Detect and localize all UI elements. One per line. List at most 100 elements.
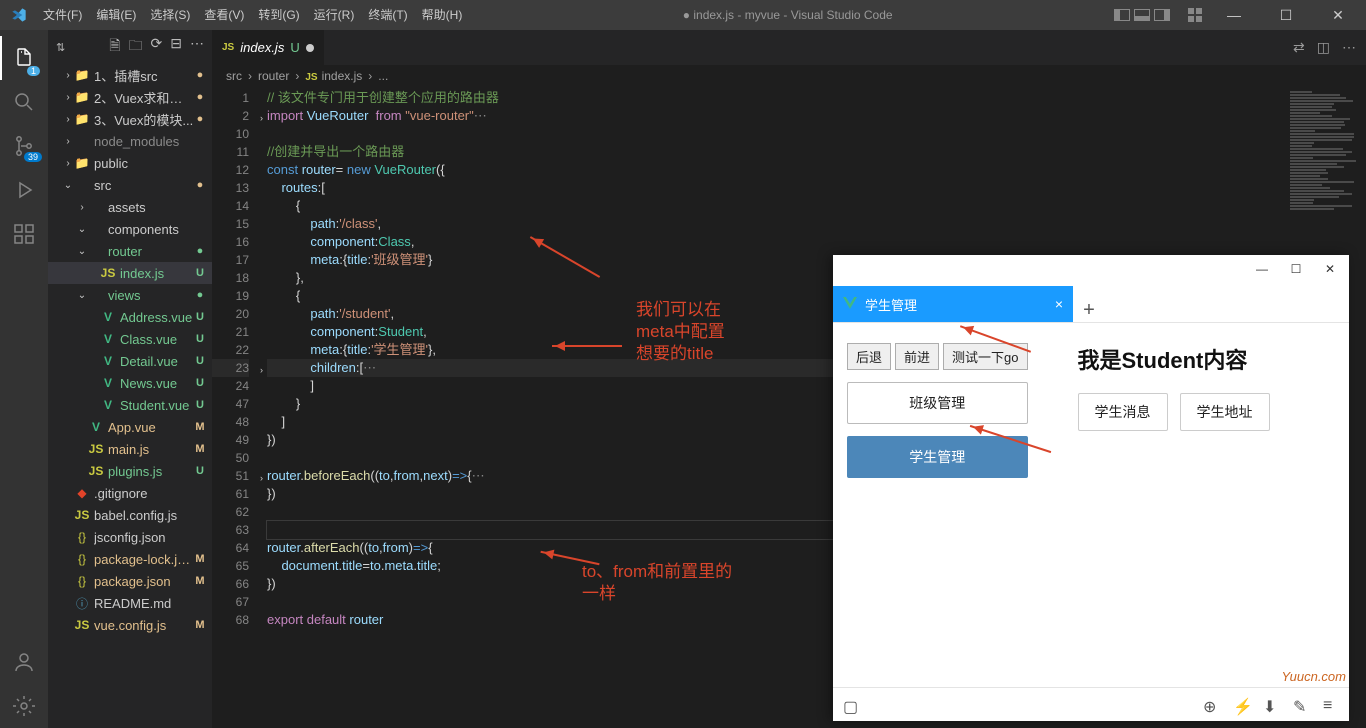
history-nav: 后退前进测试一下go	[847, 343, 1028, 370]
line-gutter: 12›1011121314151617181920212223›24474849…	[212, 87, 267, 728]
history-button[interactable]: 后退	[847, 343, 891, 370]
browser-tab-bar: 学生管理 × +	[833, 283, 1349, 323]
account-icon[interactable]	[0, 640, 48, 684]
tree-item[interactable]: ⌄components	[48, 218, 212, 240]
nav-class-button[interactable]: 班级管理	[847, 382, 1028, 424]
tab-more-icon[interactable]: ⋯	[1342, 39, 1356, 56]
layout-grid-icon[interactable]	[1188, 8, 1202, 22]
tree-item[interactable]: ›📁2、Vuex求和案例●	[48, 86, 212, 108]
menu-item[interactable]: 终端(T)	[361, 0, 414, 30]
tab-close-icon[interactable]: ×	[1055, 296, 1063, 312]
extensions-icon[interactable]	[0, 212, 48, 256]
footer-bolt-icon[interactable]: ⚡	[1233, 697, 1249, 713]
explorer-icon[interactable]: 1	[0, 36, 48, 80]
tree-item[interactable]: JSmain.jsM	[48, 438, 212, 460]
vscode-logo-icon	[10, 6, 28, 24]
menu-item[interactable]: 查看(V)	[197, 0, 251, 30]
menu-bar: 文件(F)编辑(E)选择(S)查看(V)转到(G)运行(R)终端(T)帮助(H)	[36, 0, 469, 30]
tree-item[interactable]: JSplugins.jsU	[48, 460, 212, 482]
tree-item[interactable]: ›📁3、Vuex的模块...●	[48, 108, 212, 130]
tree-item[interactable]: VStudent.vueU	[48, 394, 212, 416]
tab-bar: JS index.js U ⇄ ◫ ⋯	[212, 30, 1366, 65]
tree-item[interactable]: ◆.gitignore	[48, 482, 212, 504]
source-control-icon[interactable]: 39	[0, 124, 48, 168]
split-icon[interactable]: ◫	[1317, 39, 1330, 56]
sub-nav-button[interactable]: 学生消息	[1078, 393, 1168, 431]
tree-item[interactable]: ⓘREADME.md	[48, 592, 212, 614]
footer-plus-icon[interactable]: ⊕	[1203, 697, 1219, 713]
tree-item[interactable]: {}jsconfig.json	[48, 526, 212, 548]
tree-item[interactable]: {}package.jsonM	[48, 570, 212, 592]
dirty-dot-icon	[306, 44, 314, 52]
tree-item[interactable]: VNews.vueU	[48, 372, 212, 394]
browser-tab-label: 学生管理	[865, 295, 917, 314]
new-folder-icon[interactable]: 🗀	[129, 35, 143, 59]
sub-nav-button[interactable]: 学生地址	[1180, 393, 1270, 431]
menu-item[interactable]: 文件(F)	[36, 0, 89, 30]
tree-item[interactable]: JSindex.jsU	[48, 262, 212, 284]
footer-menu-icon[interactable]: ≡	[1323, 697, 1339, 713]
vue-favicon-icon	[843, 297, 857, 311]
panel-bottom-icon[interactable]	[1134, 9, 1150, 21]
footer-square-icon[interactable]: ▢	[843, 697, 859, 713]
activity-bar: 1 39	[0, 30, 48, 728]
menu-item[interactable]: 转到(G)	[251, 0, 306, 30]
footer-edit-icon[interactable]: ✎	[1293, 697, 1309, 713]
layout-controls[interactable]	[1114, 9, 1170, 21]
window-title: ● index.js - myvue - Visual Studio Code	[469, 8, 1106, 22]
refresh-icon[interactable]: ⟳	[151, 35, 163, 59]
tree-item[interactable]: ›📁public	[48, 152, 212, 174]
search-icon[interactable]	[0, 80, 48, 124]
debug-icon[interactable]	[0, 168, 48, 212]
browser-titlebar: — ☐ ✕	[833, 255, 1349, 283]
explorer-sidebar: ⇅ 🗎 🗀 ⟳ ⊟ ⋯ ›📁1、插槽src●›📁2、Vuex求和案例●›📁3、V…	[48, 30, 212, 728]
tab-index-js[interactable]: JS index.js U	[212, 30, 325, 65]
file-tree: ›📁1、插槽src●›📁2、Vuex求和案例●›📁3、Vuex的模块...●›n…	[48, 64, 212, 644]
tree-item[interactable]: ⌄src●	[48, 174, 212, 196]
minimize-button[interactable]: —	[1214, 0, 1254, 30]
tree-item[interactable]: ⌄views●	[48, 284, 212, 306]
settings-icon[interactable]	[0, 684, 48, 728]
collapse-icon[interactable]: ⊟	[170, 35, 182, 59]
tab-label: index.js	[240, 40, 284, 55]
tree-item[interactable]: VApp.vueM	[48, 416, 212, 438]
menu-item[interactable]: 编辑(E)	[89, 0, 143, 30]
history-button[interactable]: 测试一下go	[943, 343, 1027, 370]
new-file-icon[interactable]: 🗎	[109, 35, 120, 59]
browser-minimize-button[interactable]: —	[1247, 258, 1277, 280]
menu-item[interactable]: 运行(R)	[307, 0, 362, 30]
tree-item[interactable]: JSvue.config.jsM	[48, 614, 212, 636]
tree-item[interactable]: ›assets	[48, 196, 212, 218]
nav-student-button[interactable]: 学生管理	[847, 436, 1028, 478]
tree-item[interactable]: ›node_modules	[48, 130, 212, 152]
browser-window: — ☐ ✕ 学生管理 × + 后退前进测试一下go 班级管理 学生管理 我是St…	[833, 255, 1349, 721]
tree-item[interactable]: ›📁1、插槽src●	[48, 64, 212, 86]
scm-badge: 39	[24, 152, 42, 162]
browser-close-button[interactable]: ✕	[1315, 258, 1345, 280]
tree-item[interactable]: {}package-lock.jsonM	[48, 548, 212, 570]
tree-item[interactable]: VClass.vueU	[48, 328, 212, 350]
compare-icon[interactable]: ⇄	[1293, 39, 1305, 56]
breadcrumb[interactable]: src›router›JSindex.js›...	[212, 65, 1366, 87]
menu-item[interactable]: 选择(S)	[143, 0, 197, 30]
browser-tab[interactable]: 学生管理 ×	[833, 286, 1073, 322]
tree-item[interactable]: JSbabel.config.js	[48, 504, 212, 526]
browser-footer: ▢ ⊕ ⚡ ⬇ ✎ ≡	[833, 687, 1349, 721]
more-icon[interactable]: ⋯	[190, 35, 204, 59]
maximize-button[interactable]: ☐	[1266, 0, 1306, 30]
watermark: Yuucn.com	[1281, 669, 1346, 684]
new-tab-button[interactable]: +	[1073, 299, 1105, 322]
panel-left-icon[interactable]	[1114, 9, 1130, 21]
tree-item[interactable]: VDetail.vueU	[48, 350, 212, 372]
explorer-toggle-icon[interactable]: ⇅	[56, 41, 65, 54]
menu-item[interactable]: 帮助(H)	[415, 0, 470, 30]
explorer-header: ⇅ 🗎 🗀 ⟳ ⊟ ⋯	[48, 30, 212, 64]
footer-download-icon[interactable]: ⬇	[1263, 697, 1279, 713]
history-button[interactable]: 前进	[895, 343, 939, 370]
panel-right-icon[interactable]	[1154, 9, 1170, 21]
browser-maximize-button[interactable]: ☐	[1281, 258, 1311, 280]
close-button[interactable]: ✕	[1318, 0, 1358, 30]
tree-item[interactable]: VAddress.vueU	[48, 306, 212, 328]
tree-item[interactable]: ⌄router●	[48, 240, 212, 262]
title-bar: 文件(F)编辑(E)选择(S)查看(V)转到(G)运行(R)终端(T)帮助(H)…	[0, 0, 1366, 30]
